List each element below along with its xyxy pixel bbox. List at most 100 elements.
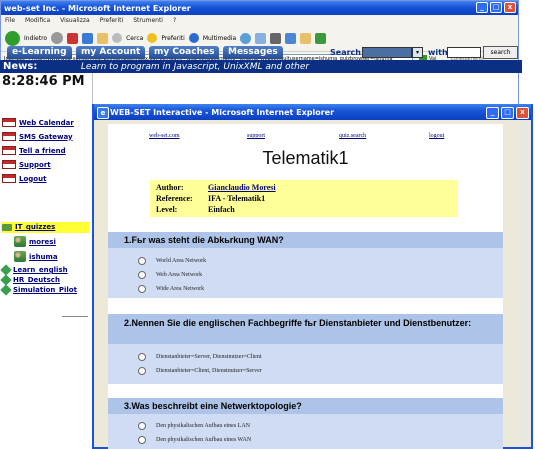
search-button[interactable]: search (483, 46, 518, 59)
radio-button[interactable] (138, 353, 146, 361)
sidebar-folder-it-quizzes[interactable]: IT_quizzes (2, 223, 55, 231)
sidebar-item-tell-a-friend[interactable]: Tell a friend (2, 146, 66, 155)
link-logout[interactable]: logout (429, 133, 444, 139)
question-header: 2.Nennen Sie die englischen Fachbegriffe… (108, 314, 503, 344)
menu-file[interactable]: File (5, 17, 15, 24)
tab-my-coaches[interactable]: my Coaches (149, 46, 220, 59)
answer-option[interactable]: Den physikalischen Aufbau eines WAN (138, 436, 251, 444)
radio-button[interactable] (138, 436, 146, 444)
menu-favorites[interactable]: Preferiti (100, 17, 124, 24)
maximize-button[interactable]: □ (501, 107, 514, 119)
sidebar-item-ishuma[interactable]: ishuma (14, 251, 58, 262)
folder-icon (2, 223, 12, 231)
calendar-icon (2, 160, 16, 169)
tab-messages[interactable]: Messages (223, 46, 283, 59)
folder-icon[interactable] (300, 32, 312, 44)
sidebar-item-label: Web Calendar (19, 118, 74, 127)
messenger-icon[interactable] (315, 32, 327, 44)
minimize-button[interactable]: _ (486, 107, 499, 119)
back-label[interactable]: Indietro (24, 35, 47, 42)
popup-title: WEB-SET Interactive - Microsoft Internet… (110, 107, 335, 117)
link-quiz-search[interactable]: quiz.search (339, 133, 366, 139)
mail-icon[interactable] (255, 32, 267, 44)
ie-logo-icon: e (97, 107, 109, 119)
site-search-input[interactable] (362, 47, 412, 58)
answer-option[interactable]: Den physikalischen Aufbau eines LAN (138, 422, 250, 430)
author-link[interactable]: Gianclaudio Moresi (208, 183, 276, 192)
close-button[interactable]: x (504, 2, 516, 13)
sidebar-item-sms-gateway[interactable]: SMS Gateway (2, 132, 73, 141)
menu-help[interactable]: ? (173, 17, 176, 24)
author-key: Author: (156, 183, 184, 192)
search-field-label: Search (330, 48, 361, 57)
radio-button[interactable] (138, 257, 146, 265)
favorites-star-icon[interactable] (147, 33, 158, 43)
radio-button[interactable] (138, 422, 146, 430)
back-arrow-icon[interactable] (5, 30, 20, 46)
menu-view[interactable]: Visualizza (60, 17, 90, 24)
calendar-icon (2, 174, 16, 183)
answer-option[interactable]: Wide Area Network (138, 285, 204, 293)
info-box: Author: Gianclaudio Moresi Reference: IF… (150, 180, 458, 217)
level-value: Einfach (208, 205, 235, 214)
user-icon (14, 251, 26, 262)
answer-option[interactable]: Web Area Network (138, 271, 202, 279)
stop-icon[interactable] (67, 32, 79, 44)
sidebar-item-label: HR_Deutsch (13, 276, 60, 284)
refresh-icon[interactable] (82, 32, 94, 44)
forward-arrow-icon[interactable] (51, 32, 64, 44)
page-title: Telematik1 (262, 148, 349, 168)
with-label: with (428, 48, 448, 57)
reference-key: Reference: (156, 194, 193, 203)
search-label[interactable]: Cerca (126, 35, 143, 42)
sidebar-item-label: moresi (29, 237, 56, 246)
tab-my-account[interactable]: my Account (76, 46, 146, 59)
link-web-set[interactable]: web-set.com (149, 133, 180, 139)
multimedia-label[interactable]: Multimedia (203, 35, 236, 42)
tab-e-learning[interactable]: e-Learning (7, 46, 72, 59)
search-icon[interactable] (112, 33, 123, 43)
answer-option[interactable]: Dienstanbieter=Server, Dienstnutzer=Clie… (138, 353, 262, 361)
menu-edit[interactable]: Modifica (25, 17, 50, 24)
level-key: Level: (156, 205, 178, 214)
minimize-button[interactable]: _ (476, 2, 488, 13)
home-icon[interactable] (97, 32, 109, 44)
question-header: 1.Fьr was steht die Abkьrkung WAN? (108, 232, 503, 248)
maximize-button[interactable]: □ (490, 2, 502, 13)
sidebar-item-logout[interactable]: Logout (2, 174, 46, 183)
with-input[interactable] (447, 47, 481, 58)
edit-icon[interactable] (285, 32, 297, 44)
print-icon[interactable] (270, 32, 282, 44)
favorites-label[interactable]: Preferiti (161, 35, 185, 42)
news-ticker[interactable]: Learn to program in Javascript, UnixXML … (81, 62, 309, 72)
radio-button[interactable] (138, 271, 146, 279)
diamond-icon (0, 284, 12, 296)
sidebar-item-hr-deutsch[interactable]: HR_Deutsch (0, 274, 60, 286)
radio-button[interactable] (138, 367, 146, 375)
sidebar-item-label: SMS Gateway (19, 132, 73, 141)
sidebar-item-label: Learn_english (13, 266, 68, 274)
sidebar-item-learn-english[interactable]: Learn_english (0, 264, 68, 276)
option-label: Dienstanbieter=Server, Dienstnutzer=Clie… (156, 354, 262, 360)
folder-label: IT_quizzes (15, 223, 56, 231)
sidebar-item-web-calendar[interactable]: Web Calendar (2, 118, 74, 127)
option-label: Den physikalischen Aufbau eines LAN (156, 423, 250, 429)
sidebar-item-support[interactable]: Support (2, 160, 51, 169)
menu-tools[interactable]: Strumenti (133, 17, 163, 24)
radio-button[interactable] (138, 285, 146, 293)
answer-option[interactable]: World Area Network (138, 257, 206, 265)
sidebar-item-label: Tell a friend (19, 146, 66, 155)
chevron-down-icon[interactable]: ▾ (412, 47, 423, 58)
close-button[interactable]: x (516, 107, 529, 119)
question-text: 3.Was beschreibt eine Netwerktopologie? (124, 401, 302, 411)
news-label: News: (3, 61, 38, 72)
sidebar-item-moresi[interactable]: moresi (14, 236, 56, 247)
answer-option[interactable]: Dienstanbieter=Client, Dienstnutzer=Serv… (138, 367, 262, 375)
history-icon[interactable] (240, 32, 252, 44)
question-text: 1.Fьr was steht die Abkьrkung WAN? (124, 235, 284, 245)
link-support[interactable]: support (247, 133, 265, 139)
sidebar-item-simulation-pilot[interactable]: Simulation_Pilot (0, 284, 77, 296)
sidebar-item-label: Logout (19, 174, 47, 183)
multimedia-icon[interactable] (188, 33, 199, 43)
vertical-scrollbar[interactable] (517, 120, 531, 447)
